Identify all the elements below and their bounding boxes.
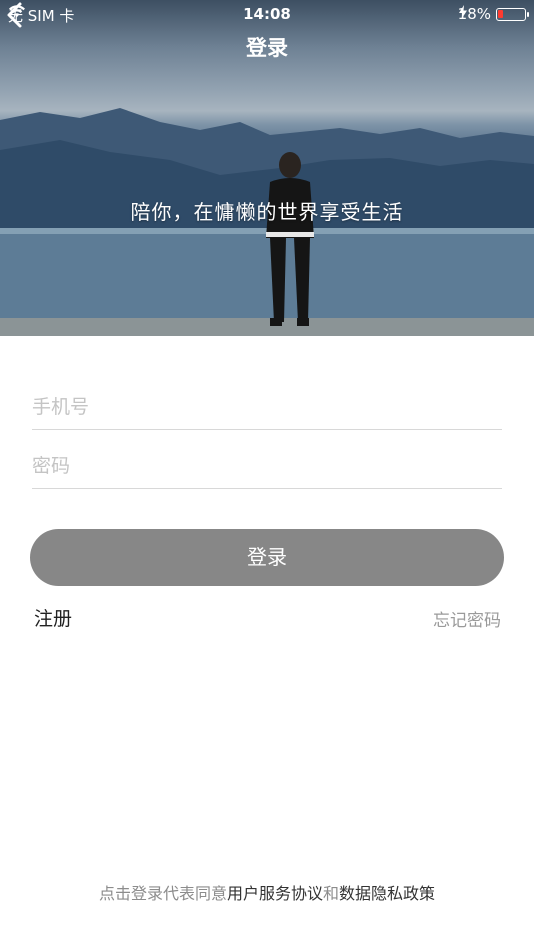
privacy-policy-link[interactable]: 数据隐私政策 — [339, 884, 435, 903]
hero-banner: 无 SIM 卡 14:08 18% 登录 陪你，在慵懒的世界享受生活 — [0, 0, 534, 336]
charging-bolt-icon — [458, 5, 467, 19]
agreement-prefix: 点击登录代表同意 — [98, 884, 227, 903]
page-title: 登录 — [246, 36, 288, 60]
password-input[interactable] — [32, 443, 502, 489]
phone-input[interactable] — [32, 384, 502, 430]
status-right: 18% — [458, 5, 529, 23]
hero-slogan: 陪你，在慵懒的世界享受生活 — [130, 200, 404, 224]
login-button[interactable]: 登录 — [30, 529, 504, 586]
battery-level — [498, 9, 503, 18]
agreement-conjunction: 和 — [323, 884, 340, 903]
register-link[interactable]: 注册 — [34, 604, 72, 631]
back-chevron-left-icon[interactable] — [0, 0, 30, 30]
forgot-password-link[interactable]: 忘记密码 — [433, 606, 501, 631]
status-time: 14:08 — [243, 5, 291, 23]
status-bar: 无 SIM 卡 14:08 18% — [0, 0, 534, 28]
battery-icon — [496, 7, 529, 21]
agreement-text: 点击登录代表同意用户服务协议和数据隐私政策 — [0, 880, 534, 904]
terms-of-service-link[interactable]: 用户服务协议 — [227, 884, 323, 903]
